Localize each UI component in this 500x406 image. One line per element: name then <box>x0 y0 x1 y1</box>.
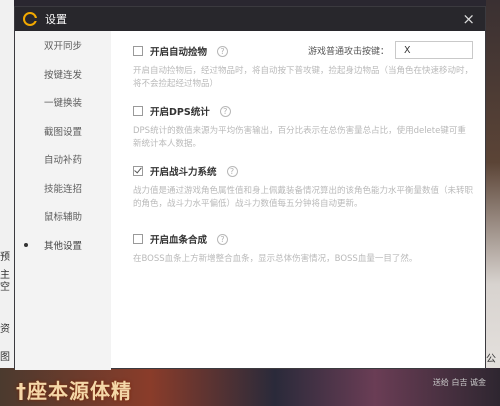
option-hp-bar-merge: 开启血条合成 ? 在BOSS血条上方新增整合血条，显示总体伤害情况，BOSS血量… <box>133 231 473 266</box>
settings-dialog: 设置 × 双开同步 按键连发 一键换装 截图设置 自动补药 技能连招 鼠标辅助 … <box>14 6 486 370</box>
app-logo-icon <box>23 12 37 26</box>
question-circle-icon[interactable]: ? <box>226 165 238 177</box>
option-description: 在BOSS血条上方新增整合血条，显示总体伤害情况，BOSS血量一目了然。 <box>133 254 418 264</box>
sidebar-item-screenshot[interactable]: 截图设置 <box>15 117 111 146</box>
background-caption: 送给 白吉 诚金 <box>432 378 486 387</box>
active-indicator <box>24 242 28 247</box>
question-circle-icon[interactable]: ? <box>219 105 231 117</box>
sidebar-item-label: 鼠标辅助 <box>43 212 82 224</box>
option-label: 开启血条合成 <box>150 235 208 246</box>
attack-key-label: 游戏普通攻击按键： <box>307 46 389 57</box>
option-label: 开启自动捡物 <box>150 47 208 58</box>
sidebar-item-label: 一键换装 <box>43 98 82 110</box>
attack-key-setting: 游戏普通攻击按键： <box>308 41 473 59</box>
option-label: 开启战斗力系统 <box>150 167 217 178</box>
hp-bar-merge-checkbox[interactable] <box>133 234 143 244</box>
settings-content: 开启自动捡物 ? 游戏普通攻击按键： 开启自动捡物后，经过物品时，将自动按下普攻… <box>111 31 485 368</box>
sidebar-item-label: 双开同步 <box>43 41 82 53</box>
sidebar-item-mouse-assist[interactable]: 鼠标辅助 <box>15 202 111 231</box>
background-text: 资 <box>0 324 10 335</box>
sidebar-item-skill-combo[interactable]: 技能连招 <box>15 174 111 203</box>
dialog-title: 设置 <box>45 13 67 26</box>
sidebar-item-other-settings[interactable]: 其他设置 <box>15 231 111 260</box>
settings-sidebar: 双开同步 按键连发 一键换装 截图设置 自动补药 技能连招 鼠标辅助 其他设置 <box>15 31 111 370</box>
close-icon[interactable]: × <box>462 10 475 28</box>
question-circle-icon[interactable]: ? <box>217 233 229 245</box>
dialog-titlebar[interactable]: 设置 × <box>15 7 485 31</box>
background-text: 空 <box>0 282 10 293</box>
option-dps-stats: 开启DPS统计 ? DPS统计的数值来源为平均伤害输出，百分比表示在总伤害量总占… <box>133 103 473 150</box>
background-left-panel <box>0 0 14 406</box>
sidebar-item-key-repeat[interactable]: 按键连发 <box>15 60 111 89</box>
sidebar-item-auto-potion[interactable]: 自动补药 <box>15 145 111 174</box>
sidebar-item-label: 截图设置 <box>43 126 82 138</box>
option-description: 开启自动捡物后，经过物品时，将自动按下普攻键，捡起身边物品（当角色在快速移动时，… <box>133 66 474 89</box>
option-label: 开启DPS统计 <box>150 107 210 118</box>
background-banner-text: †座本源体精 <box>16 379 132 403</box>
combat-power-checkbox[interactable] <box>133 166 143 176</box>
background-text: 预 <box>0 252 10 263</box>
sidebar-item-label: 按键连发 <box>43 69 82 81</box>
background-text: 图 <box>0 352 10 363</box>
background-text: 公 <box>486 354 496 365</box>
option-description: 战力值是通过游戏角色属性值和身上佩戴装备情况算出的该角色能力水平衡量数值（未转职… <box>133 186 474 209</box>
option-auto-pickup: 开启自动捡物 ? 游戏普通攻击按键： 开启自动捡物后，经过物品时，将自动按下普攻… <box>133 41 474 90</box>
dps-stats-checkbox[interactable] <box>133 106 143 116</box>
sidebar-item-label: 自动补药 <box>43 155 82 167</box>
option-combat-power: 开启战斗力系统 ? 战力值是通过游戏角色属性值和身上佩戴装备情况算出的该角色能力… <box>133 163 473 210</box>
sidebar-item-dual-sync[interactable]: 双开同步 <box>15 31 111 60</box>
sidebar-item-label: 其他设置 <box>43 240 82 252</box>
question-circle-icon[interactable]: ? <box>217 45 229 57</box>
sidebar-item-quick-equip[interactable]: 一键换装 <box>15 88 111 117</box>
auto-pickup-checkbox[interactable] <box>133 46 143 56</box>
background-right-panel <box>486 0 500 406</box>
attack-key-input[interactable] <box>395 41 473 59</box>
option-description: DPS统计的数值来源为平均伤害输出，百分比表示在总伤害量总占比，使用delete… <box>133 126 466 149</box>
sidebar-item-label: 技能连招 <box>43 183 82 195</box>
